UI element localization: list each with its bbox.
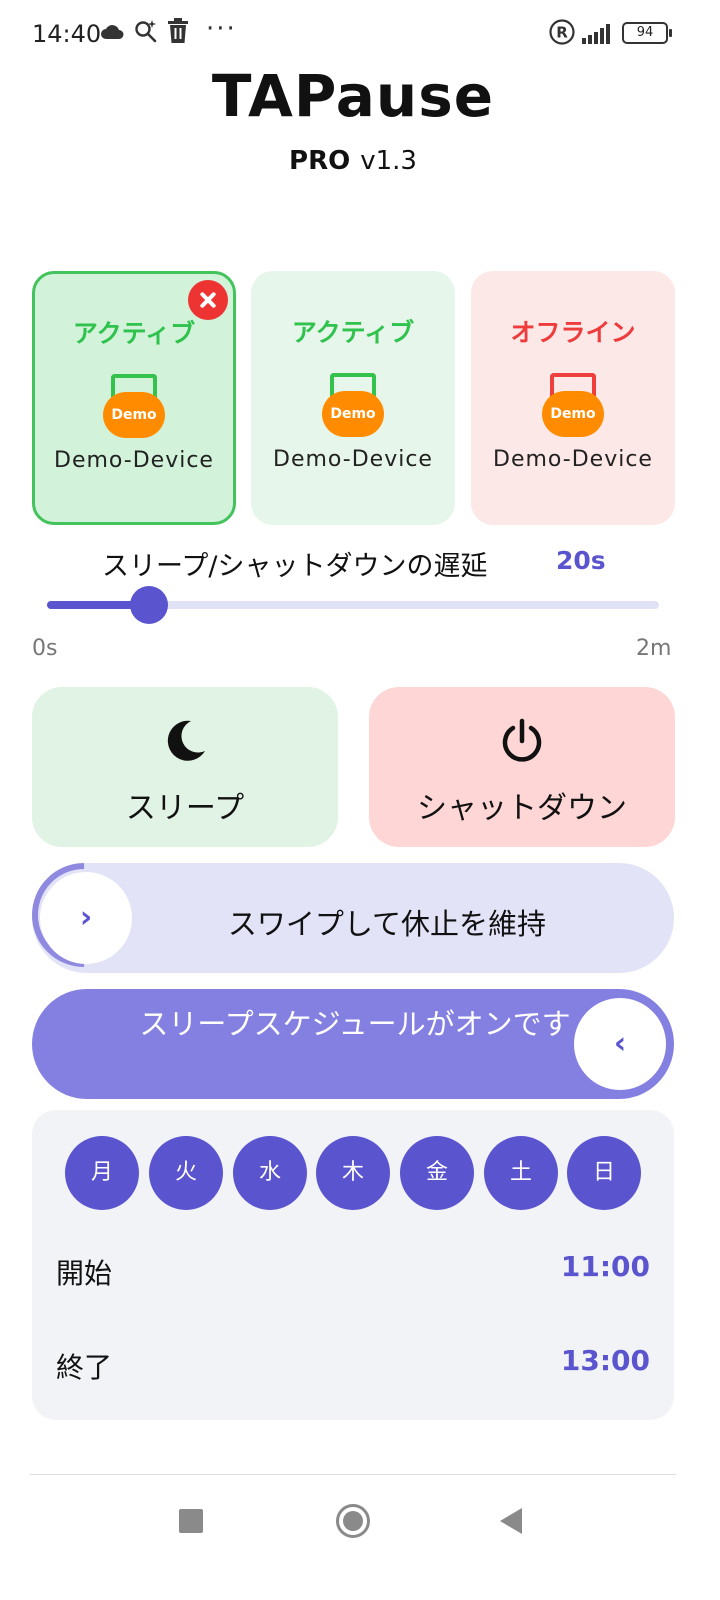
back-icon[interactable] <box>500 1508 522 1534</box>
swipe-keep-pause-slider[interactable]: › スワイプして休止を維持 <box>10 841 674 989</box>
svg-text:R: R <box>556 24 568 42</box>
device-name: Demo-Device <box>273 447 433 472</box>
status-bar: 14:40 ··· R 94 <box>0 0 720 64</box>
device-bag-icon: Demo <box>542 373 604 437</box>
device-status: オフライン <box>510 318 636 347</box>
day-toggle-fri[interactable]: 金 <box>400 1136 474 1210</box>
swipe-keep-label: スワイプして休止を維持 <box>227 907 547 941</box>
swipe-handle[interactable]: › <box>40 872 132 964</box>
day-toggle-tue[interactable]: 火 <box>149 1136 223 1210</box>
slider-max-label: 2m <box>636 636 672 661</box>
day-toggle-sat[interactable]: 土 <box>484 1136 558 1210</box>
device-badge: Demo <box>542 391 604 437</box>
trash-icon <box>167 18 189 48</box>
day-toggle-thu[interactable]: 木 <box>316 1136 390 1210</box>
day-toggle-mon[interactable]: 月 <box>65 1136 139 1210</box>
device-bag-icon: Demo <box>322 373 384 437</box>
chevron-left-icon: ‹ <box>613 1026 627 1061</box>
swipe-handle[interactable]: ‹ <box>574 998 666 1090</box>
start-time[interactable]: 11:00 <box>520 1250 650 1283</box>
moon-icon <box>161 717 209 765</box>
device-card-3[interactable]: オフライン Demo Demo-Device <box>471 271 675 525</box>
sleep-button[interactable]: スリープ <box>32 687 338 847</box>
app-screen: 14:40 ··· R 94 TAPause PRO v1.3 アクティブ Dem… <box>0 0 720 1600</box>
recent-apps-icon[interactable] <box>179 1509 203 1533</box>
signal-icon <box>582 22 614 48</box>
sleep-schedule-toggle-slider[interactable]: スリープスケジュールがオンです ‹ <box>32 989 674 1099</box>
day-toggle-wed[interactable]: 水 <box>233 1136 307 1210</box>
device-name: Demo-Device <box>493 447 653 472</box>
battery-icon: 94 <box>622 22 672 44</box>
nav-divider <box>30 1474 676 1475</box>
start-label: 開始 <box>56 1257 113 1290</box>
sleep-label: スリープ <box>125 791 245 826</box>
home-icon[interactable] <box>336 1504 370 1538</box>
end-label: 終了 <box>56 1351 113 1384</box>
search-sparkle-icon <box>133 18 159 48</box>
registered-icon: R <box>548 18 576 50</box>
power-icon <box>498 717 546 765</box>
status-time: 14:40 <box>32 20 102 48</box>
app-title: TAPause <box>211 62 495 130</box>
end-time[interactable]: 13:00 <box>520 1344 650 1377</box>
pro-label: PRO <box>289 146 351 176</box>
slider-min-label: 0s <box>32 636 58 661</box>
device-bag-icon: Demo <box>103 374 165 438</box>
shutdown-label: シャットダウン <box>417 791 627 826</box>
remove-device-close-icon[interactable] <box>188 280 228 320</box>
device-card-2[interactable]: アクティブ Demo Demo-Device <box>251 271 455 525</box>
delay-slider-thumb[interactable] <box>130 586 168 624</box>
delay-value: 20s <box>556 546 606 575</box>
device-status: アクティブ <box>291 318 415 347</box>
chevron-right-icon: › <box>79 900 93 935</box>
delay-label: スリープ/シャットダウンの遅延 <box>102 551 488 582</box>
schedule-on-label: スリープスケジュールがオンです <box>139 1007 571 1041</box>
version-line: PRO v1.3 <box>0 146 706 176</box>
shutdown-button[interactable]: シャットダウン <box>369 687 675 847</box>
device-badge: Demo <box>103 392 165 438</box>
device-badge: Demo <box>322 391 384 437</box>
day-toggle-sun[interactable]: 日 <box>567 1136 641 1210</box>
device-name: Demo-Device <box>54 448 214 473</box>
version-label: v1.3 <box>360 146 417 176</box>
more-dots-icon: ··· <box>206 14 237 44</box>
cloud-icon <box>100 24 124 44</box>
